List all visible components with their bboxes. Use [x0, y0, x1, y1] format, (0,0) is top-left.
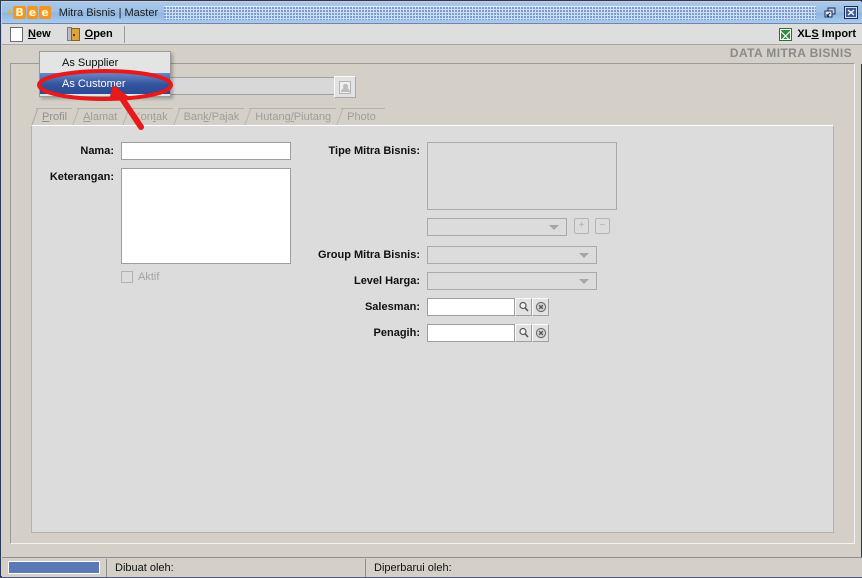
created-by-label: Dibuat oleh:	[115, 561, 174, 574]
add-tipe-button[interactable]: +	[574, 218, 589, 234]
tab-hutang-piutang[interactable]: Hutang / Piutang	[244, 108, 341, 126]
tipe-mitra-bisnis-combo[interactable]	[427, 218, 567, 236]
level-harga-row: Level Harga:	[310, 272, 597, 290]
tipe-mitra-bisnis-row: Tipe Mitra Bisnis:	[310, 142, 617, 210]
tab-profil[interactable]: Profil	[31, 108, 77, 126]
xls-import-button[interactable]: XLS Import	[773, 25, 862, 44]
clear-circle-x-icon	[535, 327, 546, 339]
salesman-row: Salesman:	[310, 298, 549, 316]
keterangan-textarea[interactable]	[121, 168, 291, 264]
toolbar-separator	[123, 25, 125, 43]
created-by-cell: Dibuat oleh:	[107, 558, 359, 578]
bee-logo-text: B e e	[13, 6, 51, 19]
progress-indicator	[8, 561, 100, 574]
nama-label: Nama:	[80, 145, 114, 157]
nama-input[interactable]	[121, 142, 291, 160]
tab-strip: Profil Alamat Kon t ak Ban k/Pajak Hutang / P…	[31, 108, 385, 126]
new-document-icon	[10, 26, 23, 42]
open-button-label: Open	[84, 28, 113, 40]
penagih-clear-button[interactable]	[532, 324, 549, 342]
nama-field-row: Nama:	[40, 142, 291, 160]
open-door-icon	[66, 27, 80, 41]
close-window-button[interactable]	[842, 5, 859, 20]
salesman-input[interactable]	[427, 298, 515, 316]
open-button[interactable]: Open	[59, 25, 121, 44]
keterangan-label: Keterangan:	[49, 171, 114, 183]
title-bar-texture	[164, 5, 816, 20]
chevron-down-icon	[579, 279, 589, 284]
salesman-label: Salesman:	[364, 301, 420, 313]
page-title: DATA MITRA BISNIS	[729, 46, 852, 60]
xls-spreadsheet-icon	[779, 27, 793, 41]
penagih-search-button[interactable]	[515, 324, 532, 342]
level-harga-combo[interactable]	[427, 272, 597, 290]
tipe-mitra-bisnis-list[interactable]	[427, 142, 617, 210]
salesman-clear-button[interactable]	[532, 298, 549, 316]
new-button[interactable]: New	[2, 25, 59, 44]
aktif-checkbox[interactable]	[121, 271, 133, 283]
tab-kontak[interactable]: Kon t ak	[122, 108, 177, 126]
group-mitra-bisnis-combo[interactable]	[427, 246, 597, 264]
tab-photo[interactable]: Photo	[336, 108, 385, 126]
group-mitra-bisnis-label: Group Mitra Bisnis:	[317, 249, 420, 261]
chevron-down-icon	[549, 225, 559, 230]
tipe-mitra-bisnis-label: Tipe Mitra Bisnis:	[328, 145, 420, 157]
status-bar: Dibuat oleh: Diperbarui oleh:	[2, 557, 862, 577]
menu-item-as-customer[interactable]: As Customer	[40, 73, 170, 94]
aktif-checkbox-row[interactable]: Aktif	[121, 270, 159, 283]
open-dropdown-menu: As Supplier As Customer	[39, 51, 171, 97]
penagih-label: Penagih:	[373, 327, 420, 339]
logo-letter: e	[39, 6, 51, 19]
penagih-row: Penagih:	[310, 324, 549, 342]
panel-bottom-strip	[10, 547, 855, 555]
chevron-down-icon	[579, 253, 589, 258]
aktif-label: Aktif	[138, 271, 160, 283]
clear-circle-x-icon	[535, 301, 546, 313]
search-icon	[518, 301, 529, 312]
application-window: ‹ B e e Mitra Bisnis | Master New Open X…	[0, 0, 862, 577]
photo-icon	[339, 80, 351, 94]
updated-by-cell: Diperbarui oleh:	[366, 558, 862, 578]
remove-tipe-button[interactable]: −	[595, 218, 610, 234]
photo-picker-button[interactable]	[334, 76, 356, 98]
tipe-mitra-bisnis-combo-row: + −	[427, 218, 610, 236]
search-icon	[518, 327, 529, 338]
penagih-input[interactable]	[427, 324, 515, 342]
keterangan-field-row: Keterangan:	[40, 168, 291, 264]
xls-import-label: XLS Import	[797, 28, 856, 40]
tab-alamat[interactable]: Alamat	[72, 108, 127, 126]
updated-by-label: Diperbarui oleh:	[374, 561, 452, 574]
tab-bank-pajak[interactable]: Ban k/Pajak	[172, 108, 249, 126]
title-bar: ‹ B e e Mitra Bisnis | Master	[2, 2, 862, 24]
app-logo: ‹ B e e	[7, 6, 52, 19]
group-mitra-bisnis-row: Group Mitra Bisnis:	[310, 246, 597, 264]
restore-window-button[interactable]	[822, 5, 839, 20]
logo-letter: e	[26, 6, 39, 19]
menu-item-as-supplier[interactable]: As Supplier	[40, 52, 170, 73]
salesman-search-button[interactable]	[515, 298, 532, 316]
window-title: Mitra Bisnis | Master	[58, 6, 159, 19]
new-button-label: New	[28, 28, 51, 40]
bee-logo-swoosh-icon: ‹	[7, 5, 13, 20]
logo-letter: B	[13, 6, 26, 19]
toolbar: New Open XLS Import	[2, 24, 862, 45]
tab-content-panel: Nama: Keterangan: Aktif Tipe Mitra Bisni…	[31, 125, 834, 533]
level-harga-label: Level Harga:	[353, 275, 420, 287]
